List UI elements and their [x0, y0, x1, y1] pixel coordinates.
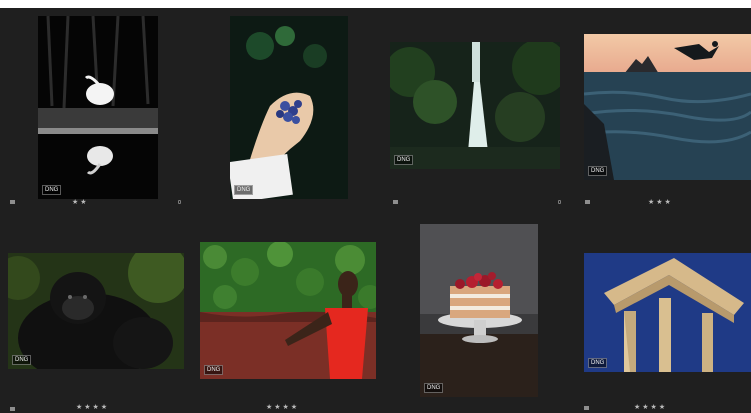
format-badge: DNG: [42, 185, 62, 195]
photo-cell-egret[interactable]: DNG ★★: [0, 8, 190, 208]
star-rating[interactable]: ★★★★: [76, 404, 109, 412]
format-badge: DNG: [12, 355, 32, 365]
photo-cell-blueberries[interactable]: DNG: [178, 8, 380, 208]
star-rating[interactable]: ★★★★: [634, 404, 667, 412]
flag-icon[interactable]: [584, 406, 589, 410]
photo-cell-berry-cake[interactable]: DNG: [390, 215, 570, 413]
photo-thumbnail-temple-columns[interactable]: DNG: [584, 253, 751, 372]
photo-thumbnail-cliff-jumper[interactable]: DNG: [584, 34, 751, 180]
reject-flag-icon[interactable]: [178, 200, 181, 204]
format-badge: DNG: [424, 383, 444, 393]
photo-thumbnail-waterfall[interactable]: DNG: [390, 42, 560, 169]
format-badge: DNG: [204, 365, 224, 375]
flag-icon[interactable]: [393, 200, 398, 204]
flag-icon[interactable]: [585, 200, 590, 204]
format-badge: DNG: [588, 358, 608, 368]
top-edge: [0, 0, 751, 8]
photo-thumbnail-gorilla[interactable]: DNG: [8, 253, 184, 369]
flag-icon[interactable]: [10, 200, 15, 204]
star-rating[interactable]: ★★: [72, 199, 89, 207]
format-badge: DNG: [394, 155, 414, 165]
photo-cell-gorilla[interactable]: DNG ★★★★: [0, 215, 190, 413]
photo-cell-cliff-jumper[interactable]: DNG ★★★: [570, 8, 751, 208]
format-badge: DNG: [234, 185, 254, 195]
photo-thumbnail-berry-cake[interactable]: DNG: [420, 224, 538, 397]
photo-thumbnail-blueberries[interactable]: DNG: [230, 16, 348, 199]
star-rating[interactable]: ★★★★: [266, 404, 299, 412]
star-rating[interactable]: ★★★: [648, 199, 673, 207]
reject-flag-icon[interactable]: [558, 200, 561, 204]
photo-cell-woman-in-red[interactable]: DNG ★★★★: [190, 215, 390, 413]
photo-thumbnail-woman-in-red[interactable]: DNG: [200, 242, 376, 379]
photo-cell-temple-columns[interactable]: DNG ★★★★: [570, 215, 751, 413]
photo-cell-waterfall[interactable]: DNG: [380, 8, 570, 208]
format-badge: DNG: [588, 166, 608, 176]
photo-thumbnail-egret[interactable]: DNG: [38, 16, 158, 199]
flag-icon[interactable]: [10, 407, 15, 411]
